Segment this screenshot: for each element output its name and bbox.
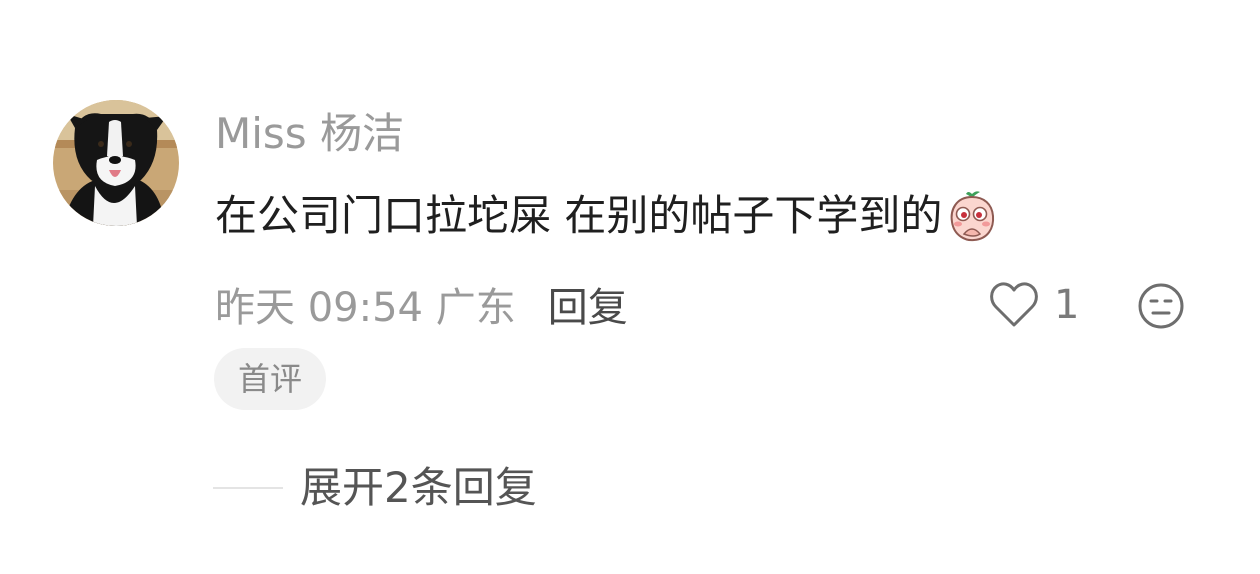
time-location: 昨天 09:54 广东 xyxy=(215,285,516,331)
username[interactable]: Miss 杨洁 xyxy=(215,108,404,160)
blushing-peach-emoji-icon xyxy=(944,188,1000,244)
divider xyxy=(213,487,283,489)
like-button[interactable]: 1 xyxy=(988,278,1079,332)
comment-text: 在公司门口拉坨屎 在别的帖子下学到的 xyxy=(215,191,943,240)
comment-meta: 昨天 09:54 广东 回复 xyxy=(215,274,628,334)
comment-text-row: 在公司门口拉坨屎 在别的帖子下学到的 xyxy=(215,186,1000,246)
expand-replies-button[interactable]: 展开2条回复 xyxy=(300,460,537,516)
neutral-face-icon xyxy=(1138,283,1184,329)
heart-icon xyxy=(990,282,1038,327)
dislike-button[interactable] xyxy=(1136,281,1186,331)
avatar[interactable] xyxy=(53,100,179,226)
like-count: 1 xyxy=(1054,282,1080,328)
dog-avatar-icon xyxy=(53,100,179,226)
first-comment-badge: 首评 xyxy=(214,348,326,410)
reply-button[interactable]: 回复 xyxy=(548,275,628,333)
